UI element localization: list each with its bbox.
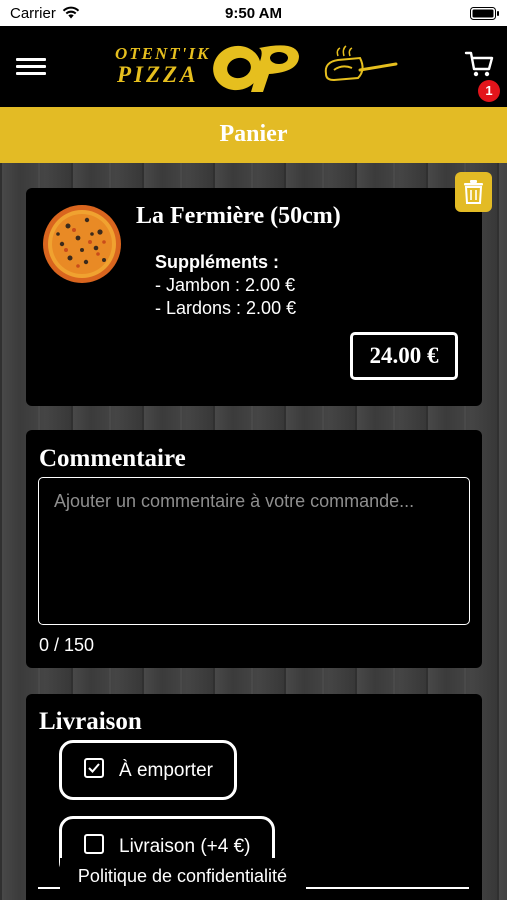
logo-line1: OTENT'IK: [115, 44, 211, 63]
supplement-item: - Jambon : 2.00 €: [155, 275, 296, 295]
product-name: La Fermière (50cm): [136, 203, 341, 229]
cart-count-badge: 1: [478, 80, 500, 102]
app-header: OTENT'IK PIZZA 1: [0, 26, 507, 107]
cart-icon[interactable]: [464, 50, 494, 78]
page-title: Panier: [219, 121, 288, 147]
pizza-peel-icon: [324, 45, 398, 82]
status-bar: Carrier 9:50 AM: [0, 0, 507, 26]
logo-line2: PIZZA: [117, 62, 199, 87]
delivery-title: Livraison: [39, 708, 142, 735]
comment-title: Commentaire: [39, 445, 186, 472]
footer-divider: [38, 887, 60, 889]
menu-icon[interactable]: [16, 58, 46, 76]
pizza-icon: [43, 205, 121, 283]
supplement-item: - Lardons : 2.00 €: [155, 298, 297, 318]
option-takeaway[interactable]: À emporter: [59, 740, 237, 800]
supplements-label: Suppléments :: [155, 252, 280, 272]
footer-divider: [306, 887, 469, 889]
privacy-policy-link[interactable]: Politique de confidentialité: [60, 866, 305, 887]
checkbox-checked-icon[interactable]: [84, 758, 104, 778]
title-bar: Panier: [0, 107, 507, 163]
option-delivery-label: Livraison (+4 €): [119, 836, 251, 857]
comment-char-counter: 0 / 150: [39, 635, 95, 655]
comment-card: Commentaire 0 / 150: [26, 430, 482, 668]
brand-logo: OTENT'IK PIZZA: [115, 36, 405, 98]
battery-icon: [470, 7, 499, 20]
logo-op-mark: [213, 45, 299, 92]
status-time: 9:50 AM: [225, 5, 282, 22]
option-takeaway-label: À emporter: [119, 760, 213, 781]
checkbox-unchecked-icon[interactable]: [84, 834, 104, 854]
delete-item-button[interactable]: [455, 172, 492, 212]
cart-item-card: La Fermière (50cm) Suppléments : - Jambo…: [26, 188, 482, 406]
comment-input[interactable]: [38, 477, 470, 625]
trash-icon: [464, 180, 483, 204]
item-price: 24.00 €: [350, 332, 458, 380]
